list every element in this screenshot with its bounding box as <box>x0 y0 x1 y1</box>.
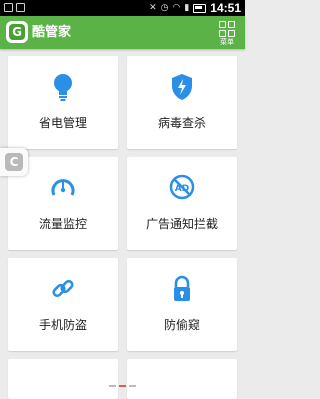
lock-icon <box>127 274 237 304</box>
feature-grid: 省电管理 病毒查杀 流量监控 AD 广告通知拦截 手机防盗 防偷窥 <box>8 56 237 399</box>
bulb-icon <box>8 72 118 102</box>
page-dot <box>129 385 136 387</box>
image-notification-icon <box>16 3 25 12</box>
page-indicator <box>0 385 245 387</box>
signal-icon: ▮ <box>184 3 190 13</box>
tile-label: 手机防盗 <box>38 318 87 332</box>
tile-partial-left[interactable] <box>8 359 118 399</box>
tile-label: 省电管理 <box>38 116 87 130</box>
grid-menu-icon <box>219 21 235 37</box>
app-logo: G <box>6 21 28 43</box>
svg-text:AD: AD <box>175 184 189 194</box>
shield-bolt-icon <box>127 72 237 102</box>
gauge-icon <box>8 173 118 203</box>
wifi-icon: ◠ <box>172 3 181 13</box>
alarm-icon: ◷ <box>160 3 169 13</box>
tile-label: 防偷窥 <box>163 318 200 332</box>
battery-icon <box>193 3 207 13</box>
floating-assistant-handle[interactable]: C <box>0 148 28 176</box>
status-bar: ✕ ◷ ◠ ▮ 14:51 <box>0 0 245 16</box>
ad-block-icon: AD <box>127 173 237 203</box>
tile-anti-peeping[interactable]: 防偷窥 <box>127 258 237 351</box>
app-notification-icon <box>4 3 13 12</box>
app-bar: G 酷管家 菜单 <box>0 16 245 49</box>
notification-icons <box>4 3 25 12</box>
mute-icon: ✕ <box>149 3 157 13</box>
logo-letter: G <box>9 24 25 40</box>
tile-label: 流量监控 <box>38 217 87 231</box>
page-dot <box>109 385 116 387</box>
tile-label: 广告通知拦截 <box>145 217 218 231</box>
tile-ad-notification-block[interactable]: AD 广告通知拦截 <box>127 157 237 250</box>
tile-label: 病毒查杀 <box>157 116 206 130</box>
assistant-logo-icon: C <box>5 153 23 171</box>
menu-label: 菜单 <box>220 38 234 46</box>
menu-button[interactable]: 菜单 <box>217 18 237 46</box>
status-time: 14:51 <box>210 1 241 15</box>
tile-power-saving[interactable]: 省电管理 <box>8 56 118 149</box>
tile-anti-theft[interactable]: 手机防盗 <box>8 258 118 351</box>
app-title: 酷管家 <box>32 25 72 40</box>
page-dot-active <box>119 385 126 387</box>
tile-virus-scan[interactable]: 病毒查杀 <box>127 56 237 149</box>
link-icon <box>8 274 118 304</box>
tile-partial-right[interactable] <box>127 359 237 399</box>
